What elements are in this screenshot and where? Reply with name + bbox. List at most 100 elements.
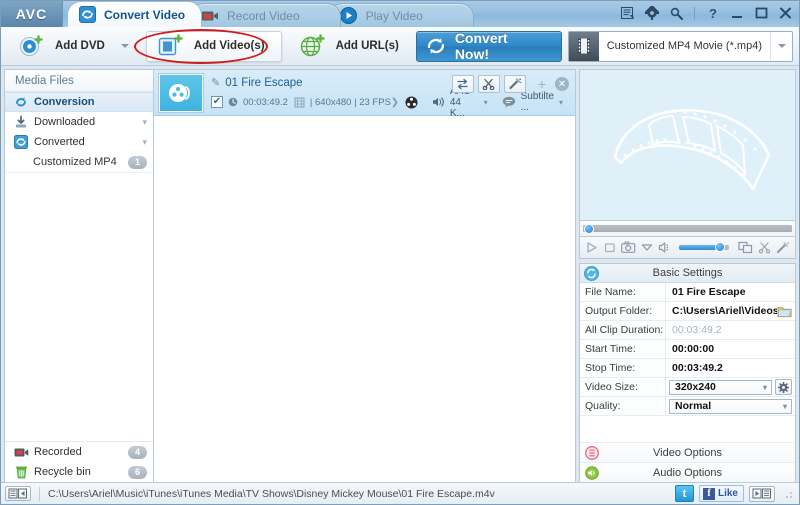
audio-options-icon: [585, 466, 599, 483]
resize-grip[interactable]: [783, 488, 793, 499]
basic-settings-icon: [584, 266, 599, 284]
audio-options-label: Audio Options: [652, 466, 723, 479]
audio-options-section[interactable]: Audio Options: [580, 462, 795, 482]
sidebar-item-downloaded[interactable]: Downloaded ▾: [5, 112, 153, 132]
cut-icon[interactable]: [758, 240, 771, 255]
volume-handle[interactable]: [715, 242, 726, 252]
media-item-resolution: | 640x480 | 23 FPS: [309, 96, 391, 108]
all-clip-duration-value: 00:03:49.2: [672, 324, 722, 336]
seekbar-handle[interactable]: [584, 224, 594, 234]
scissors-icon[interactable]: [477, 75, 500, 93]
convert-now-button[interactable]: Convert Now!: [415, 30, 562, 62]
panel-toggle-button[interactable]: [749, 485, 775, 502]
recorded-badge: 4: [128, 445, 147, 459]
chevron-down-icon[interactable]: ▾: [142, 137, 147, 148]
convert-now-label: Convert Now!: [454, 30, 508, 62]
video-size-settings-gear-icon[interactable]: [775, 379, 792, 395]
settings-gear-icon[interactable]: [644, 4, 660, 22]
maximize-button[interactable]: [753, 4, 769, 22]
wand-icon[interactable]: [776, 240, 790, 255]
quality-label: Quality:: [580, 397, 666, 415]
close-button[interactable]: [777, 4, 793, 22]
chevron-down-icon[interactable]: ▾: [142, 117, 147, 128]
sidebar-item-conversion[interactable]: Conversion: [5, 92, 153, 112]
add-item-icon[interactable]: +: [538, 76, 546, 92]
sidebar-item-recycle-bin-label: Recycle bin: [34, 466, 91, 478]
main-body: Media Files Conversion Downloaded ▾ Conv…: [1, 66, 799, 483]
subtitle-selector[interactable]: Subtilte ... ▾: [496, 91, 563, 113]
stop-icon[interactable]: [603, 240, 616, 255]
basic-settings-header: Basic Settings: [580, 264, 795, 283]
video-options-section[interactable]: Video Options: [580, 442, 795, 462]
right-panel: Basic Settings File Name: 01 Fire Escape…: [579, 69, 796, 483]
seekbar-track[interactable]: [583, 225, 792, 232]
minimize-button[interactable]: [729, 4, 745, 22]
facebook-like-button[interactable]: f Like: [698, 485, 744, 502]
title-bar: AVC Convert Video Record Video Play Vide…: [1, 1, 799, 27]
edit-pencil-icon[interactable]: ✎: [211, 76, 220, 89]
video-preview[interactable]: [579, 69, 796, 221]
quality-select[interactable]: Normal ▾: [669, 398, 792, 414]
output-folder-value[interactable]: C:\Users\Ariel\Videos\A...: [666, 305, 777, 317]
help-button[interactable]: ?: [705, 4, 721, 22]
add-videos-button[interactable]: Add Video(s): [145, 30, 282, 62]
quality-value: Normal: [675, 400, 712, 412]
sidebar-item-recycle-bin[interactable]: Recycle bin 6: [5, 462, 153, 482]
snapshot-camera-icon[interactable]: [621, 240, 636, 255]
swap-icon[interactable]: [451, 75, 474, 93]
tab-record-video[interactable]: Record Video: [190, 3, 341, 27]
start-time-value[interactable]: 00:00:00: [666, 343, 795, 355]
add-urls-label: Add URL(s): [335, 40, 399, 52]
video-size-select[interactable]: 320x240 ▾: [669, 379, 772, 395]
magic-wand-icon[interactable]: [503, 75, 526, 93]
file-name-value[interactable]: 01 Fire Escape: [666, 286, 795, 298]
preview-seekbar[interactable]: [579, 221, 796, 237]
play-icon: [340, 7, 358, 25]
sidebar-item-converted-label: Converted: [34, 136, 85, 148]
settings-filler: [580, 416, 795, 442]
setting-row-stop-time: Stop Time: 00:03:49.2: [580, 359, 795, 378]
play-icon[interactable]: [585, 240, 598, 255]
add-urls-button[interactable]: Add URL(s): [288, 31, 416, 62]
browse-folder-icon[interactable]: [777, 305, 792, 318]
chevron-down-icon[interactable]: [120, 44, 129, 48]
add-dvd-button[interactable]: Add DVD: [7, 31, 140, 62]
remove-item-icon[interactable]: ✕: [555, 77, 569, 91]
video-stream-icon[interactable]: [405, 96, 418, 109]
media-item-actions: + ✕: [451, 75, 569, 93]
tab-play-video[interactable]: Play Video: [328, 3, 474, 27]
media-list-item[interactable]: ✎ 01 Fire Escape 00:03:49.2: [154, 70, 575, 119]
twitter-share-button[interactable]: t: [674, 485, 694, 502]
window-icon[interactable]: [738, 240, 753, 255]
tab-convert-video[interactable]: Convert Video: [67, 1, 203, 27]
output-profile-selector[interactable]: Customized MP4 Movie (*.mp4): [567, 30, 793, 62]
subtitle-label: Subtilte ...: [520, 91, 554, 113]
expand-arrow-icon[interactable]: ❯: [391, 97, 399, 108]
chevron-down-icon[interactable]: ▾: [484, 98, 488, 107]
settings-panel: Basic Settings File Name: 01 Fire Escape…: [579, 263, 796, 483]
activity-icon[interactable]: [620, 4, 636, 22]
stop-time-value[interactable]: 00:03:49.2: [666, 362, 795, 374]
clock-icon: [228, 97, 238, 107]
chevron-down-icon[interactable]: ▾: [783, 402, 787, 411]
sidebar-item-converted[interactable]: Converted ▾: [5, 132, 153, 152]
downloaded-icon: [13, 114, 29, 130]
video-size-label: Video Size:: [580, 378, 666, 396]
volume-slider[interactable]: [679, 242, 729, 252]
dvd-disc-icon: [18, 33, 44, 59]
search-icon[interactable]: [668, 4, 684, 22]
chevron-down-icon[interactable]: [770, 31, 792, 61]
volume-icon[interactable]: [658, 240, 672, 255]
snapshot-dropdown-icon[interactable]: [641, 240, 653, 255]
video-size-value: 320x240: [675, 381, 716, 393]
chevron-down-icon[interactable]: ▾: [559, 98, 563, 107]
chevron-down-icon[interactable]: ▾: [763, 383, 767, 392]
sidebar-toggle-button[interactable]: [5, 486, 31, 501]
sidebar-subitem-customized-mp4[interactable]: Customized MP4 1: [5, 152, 153, 172]
sidebar-item-recorded[interactable]: Recorded 4: [5, 442, 153, 462]
setting-row-quality: Quality: Normal ▾: [580, 397, 795, 416]
media-item-checkbox[interactable]: [211, 96, 223, 108]
file-name-label: File Name:: [580, 283, 666, 301]
add-dvd-label: Add DVD: [55, 40, 105, 52]
volume-fill: [679, 245, 720, 250]
